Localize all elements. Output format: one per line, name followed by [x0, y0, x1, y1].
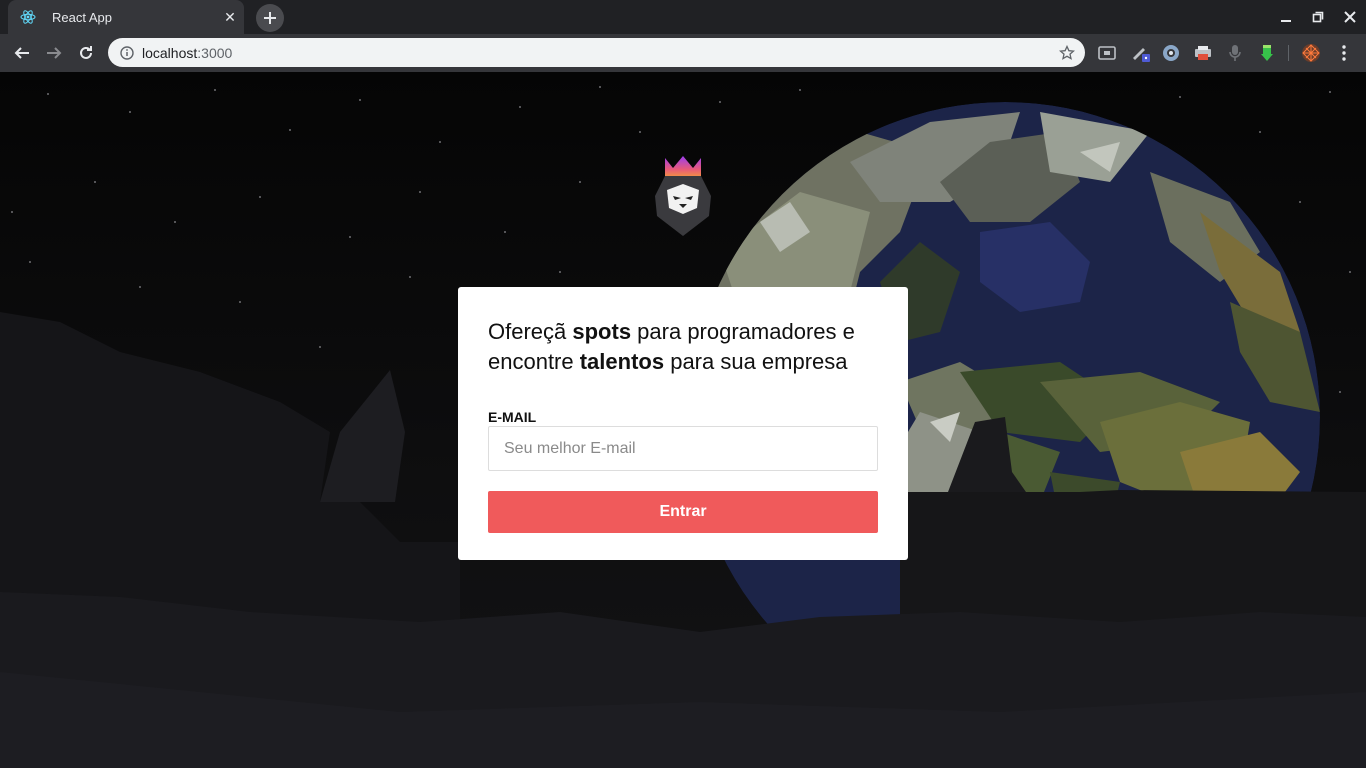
forward-button[interactable] — [40, 39, 68, 67]
reload-icon — [80, 46, 92, 59]
forward-arrow-icon — [47, 47, 62, 59]
address-bar[interactable]: localhost:3000 — [108, 38, 1085, 67]
more-menu-icon[interactable] — [1332, 41, 1356, 65]
url-port: :3000 — [197, 44, 233, 61]
mic-extension-icon[interactable] — [1223, 41, 1247, 65]
react-icon — [20, 9, 36, 25]
restore-window-button[interactable] — [1302, 0, 1334, 34]
close-tab-icon[interactable]: ✕ — [218, 5, 242, 29]
record-extension-icon[interactable] — [1159, 41, 1183, 65]
back-arrow-icon — [14, 47, 29, 59]
info-icon[interactable] — [120, 45, 134, 60]
page-viewport: Ofereçã spots para programadores e encon… — [0, 72, 1366, 768]
url-text: localhost:3000 — [142, 45, 1053, 61]
url-host: localhost — [142, 44, 198, 61]
close-window-button[interactable] — [1334, 0, 1366, 34]
headline: Ofereçã spots para programadores e encon… — [488, 317, 878, 377]
headline-text-3: para sua empresa — [664, 349, 848, 374]
minimize-window-button[interactable] — [1270, 0, 1302, 34]
tab-title: React App — [52, 9, 112, 25]
cast-icon[interactable] — [1095, 41, 1119, 65]
headline-strong-spots: spots — [572, 319, 632, 344]
browser-toolbar: localhost:3000 — [0, 34, 1366, 72]
download-extension-icon[interactable] — [1255, 41, 1279, 65]
back-button[interactable] — [8, 39, 36, 67]
headline-strong-talentos: talentos — [579, 349, 665, 374]
avatar-extension-icon[interactable] — [1299, 41, 1323, 65]
email-input[interactable] — [488, 426, 878, 471]
bookmark-star-icon[interactable] — [1053, 39, 1081, 67]
new-tab-button[interactable] — [256, 4, 284, 32]
pen-extension-icon[interactable] — [1129, 41, 1153, 65]
email-label: E-MAIL — [488, 409, 537, 425]
printer-extension-icon[interactable] — [1191, 41, 1215, 65]
headline-text-1: Ofereçã — [488, 319, 573, 344]
lion-king-logo — [655, 156, 711, 236]
submit-button[interactable]: Entrar — [488, 491, 878, 533]
signup-card: Ofereçã spots para programadores e encon… — [458, 287, 908, 560]
plus-icon — [264, 12, 276, 24]
toolbar-divider — [1288, 45, 1289, 61]
browser-tab[interactable]: React App ✕ — [8, 0, 244, 34]
browser-title-bar: React App ✕ — [0, 0, 1366, 34]
reload-button[interactable] — [72, 39, 100, 67]
